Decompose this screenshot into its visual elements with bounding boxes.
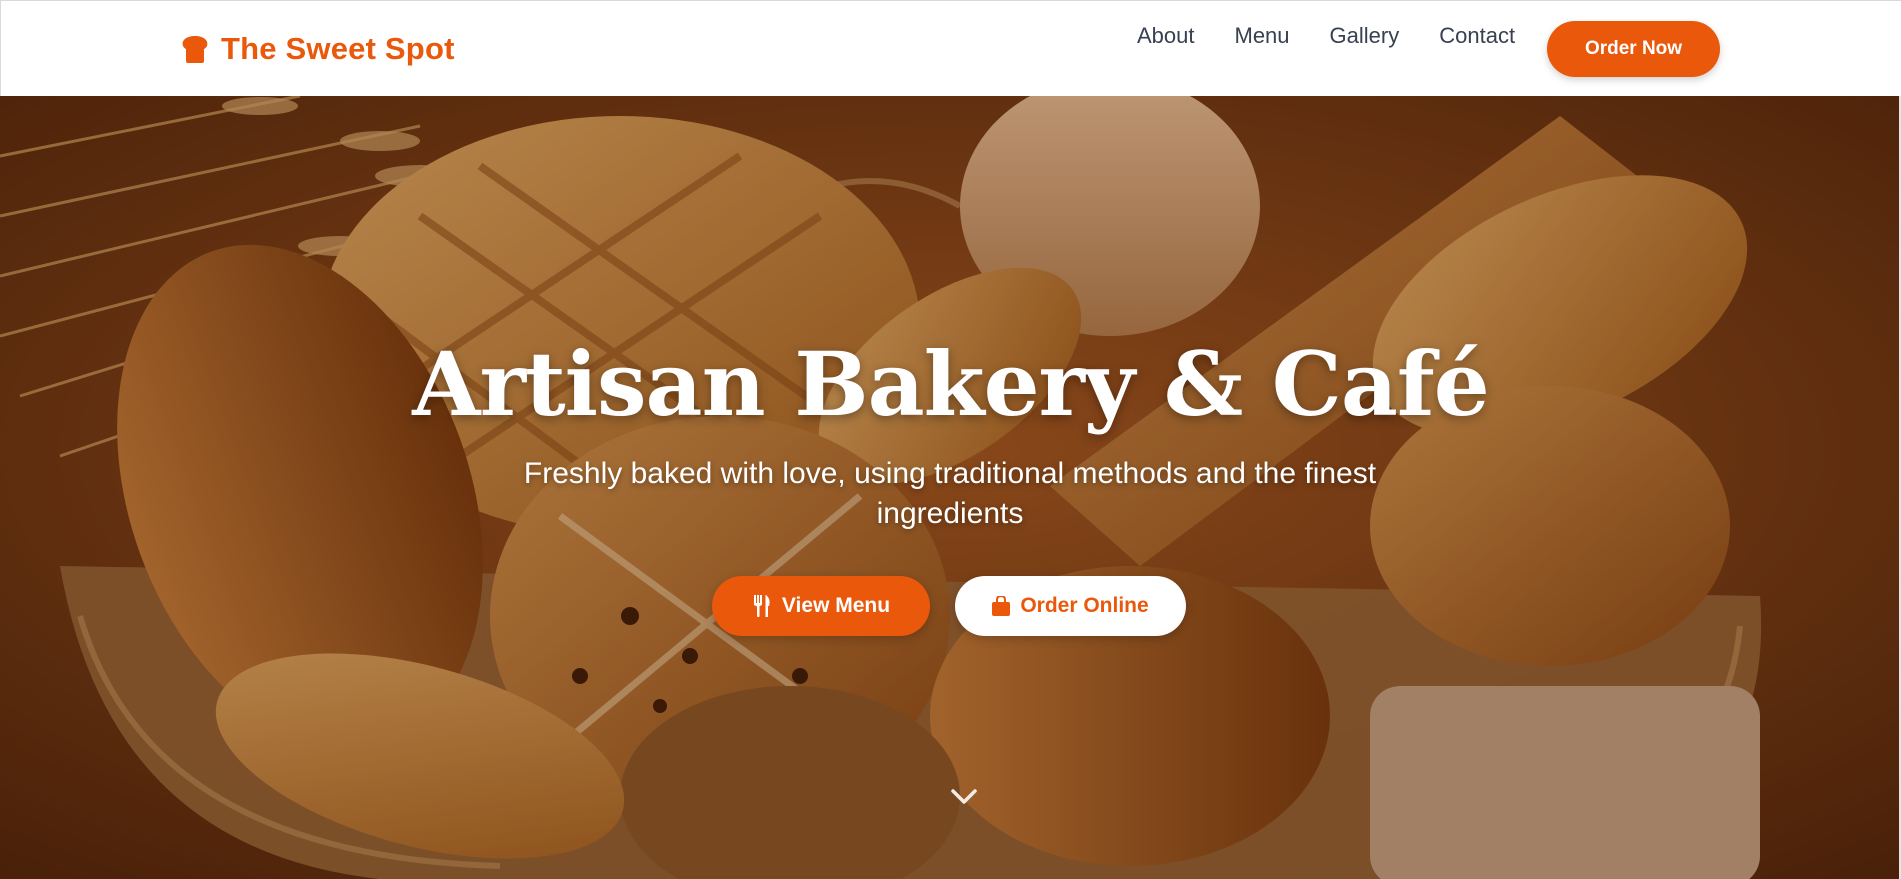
bread-icon [182,36,208,63]
chevron-down-icon[interactable] [949,786,979,808]
brand-name: The Sweet Spot [221,31,455,66]
order-online-button[interactable]: Order Online [955,576,1186,636]
nav-link-about[interactable]: About [1137,23,1195,49]
hero-section: Artisan Bakery & Café Freshly baked with… [0,96,1901,879]
nav-link-gallery[interactable]: Gallery [1330,23,1400,49]
utensils-icon [753,595,770,617]
main-nav: About Menu Gallery Contact [1137,23,1555,49]
view-menu-label: View Menu [781,594,891,617]
view-menu-button[interactable]: View Menu [712,576,930,636]
shopping-bag-icon [992,596,1011,616]
hero-subtitle: Freshly baked with love, using tradition… [523,457,1377,530]
hero-title: Artisan Bakery & Café [412,332,1489,436]
brand-logo[interactable]: The Sweet Spot [179,31,455,67]
order-online-label: Order Online [1020,594,1149,617]
nav-link-contact[interactable]: Contact [1439,23,1515,49]
site-header: The Sweet Spot About Menu Gallery Contac… [0,0,1901,96]
order-now-button[interactable]: Order Now [1547,21,1720,77]
nav-link-menu[interactable]: Menu [1235,23,1290,49]
